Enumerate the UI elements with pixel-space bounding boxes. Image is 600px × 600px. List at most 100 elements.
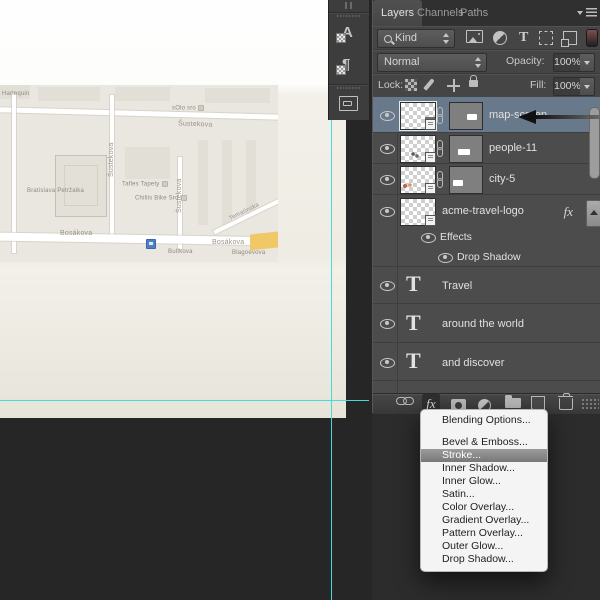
menu-item-inner-glow[interactable]: Inner Glow... [421, 475, 547, 488]
layer-row-and-discover[interactable]: T and discover [373, 343, 600, 381]
layer-name[interactable]: Travel [442, 280, 472, 292]
layer-row-acme-travel-logo[interactable]: acme-travel-logo fx [373, 195, 600, 227]
effect-row-drop-shadow[interactable]: Drop Shadow [373, 247, 600, 267]
opacity-value[interactable]: 100% [553, 53, 581, 72]
lock-image-pixels-icon[interactable] [423, 78, 435, 91]
map-label-road: Bosákova [60, 230, 93, 237]
menu-item-outer-glow[interactable]: Outer Glow... [421, 540, 547, 553]
photoshop-workspace: Harlequin sOlo sro Šustekova Šustekova Š… [0, 0, 600, 600]
visibility-eye-icon[interactable] [380, 111, 395, 121]
smart-object-badge-icon [425, 215, 436, 226]
effects-header-row[interactable]: Effects [373, 227, 600, 247]
layer-name[interactable]: city-5 [489, 173, 515, 185]
dock-grip-dots[interactable] [337, 15, 361, 17]
effects-label: Effects [440, 231, 472, 243]
panel-resize-grip[interactable] [581, 398, 599, 411]
character-styles-panel-icon[interactable]: A [336, 24, 353, 43]
dock-grip-dots[interactable] [337, 87, 361, 89]
layer-filter-row: Kind T [373, 26, 600, 50]
menu-item-bevel-emboss[interactable]: Bevel & Emboss... [421, 436, 547, 449]
layer-mask-thumbnail[interactable] [449, 135, 483, 163]
visibility-eye-icon[interactable] [438, 253, 453, 263]
search-icon [384, 35, 392, 43]
filter-kind-label: Kind [395, 32, 418, 44]
visibility-eye-icon[interactable] [380, 175, 395, 185]
lock-transparent-pixels-icon[interactable] [405, 79, 417, 91]
map-label-street: Bulíkova [168, 249, 193, 255]
tab-paths[interactable]: Paths [452, 0, 496, 26]
map-building [55, 155, 107, 217]
libraries-panel-icon[interactable] [339, 96, 358, 111]
layer-thumbnail[interactable] [399, 101, 437, 131]
mask-link-icon[interactable] [437, 171, 444, 188]
visibility-eye-icon[interactable] [421, 233, 436, 243]
menu-item-gradient-overlay[interactable]: Gradient Overlay... [421, 514, 547, 527]
layer-mask-thumbnail[interactable] [449, 102, 483, 130]
map-image-layer: Harlequin sOlo sro Šustekova Šustekova Š… [0, 85, 278, 262]
layer-name[interactable]: and discover [442, 357, 504, 369]
menu-item-drop-shadow[interactable]: Drop Shadow... [421, 553, 547, 566]
lock-position-icon[interactable] [447, 79, 460, 92]
mask-link-icon[interactable] [437, 140, 444, 157]
filter-adjustment-layers-icon[interactable] [493, 31, 507, 45]
visibility-eye-icon[interactable] [380, 144, 395, 154]
horizontal-guide[interactable] [0, 400, 369, 401]
visibility-eye-icon[interactable] [380, 281, 395, 291]
panel-menu-icon[interactable] [577, 8, 597, 18]
smart-object-badge-icon [425, 119, 436, 130]
menu-item-stroke[interactable]: Stroke... [421, 449, 547, 462]
filter-pixel-layers-icon[interactable] [466, 30, 483, 43]
fill-dropdown-arrow[interactable] [580, 77, 595, 96]
menu-item-color-overlay[interactable]: Color Overlay... [421, 501, 547, 514]
layer-thumbnail[interactable] [400, 198, 436, 226]
layer-thumbnail[interactable] [400, 135, 436, 163]
new-group-button[interactable] [505, 394, 521, 408]
menu-item-inner-shadow[interactable]: Inner Shadow... [421, 462, 547, 475]
filter-shape-layers-icon[interactable] [539, 31, 553, 45]
filter-smart-objects-icon[interactable] [561, 31, 577, 47]
collapsed-panel-dock: A ¶ [328, 0, 370, 120]
dock-grip[interactable] [344, 2, 354, 9]
link-layers-button[interactable] [396, 394, 414, 405]
collapse-effects-button[interactable] [586, 200, 600, 227]
delete-layer-button[interactable] [557, 393, 573, 410]
folder-icon [505, 395, 521, 408]
link-icon [396, 397, 414, 405]
layer-thumbnail[interactable] [400, 166, 436, 194]
visibility-eye-icon[interactable] [380, 319, 395, 329]
layer-row-around-the-world[interactable]: T around the world [373, 304, 600, 343]
lock-all-icon[interactable] [469, 74, 478, 87]
layer-name[interactable]: people-11 [489, 142, 537, 154]
menu-item-pattern-overlay[interactable]: Pattern Overlay... [421, 527, 547, 540]
layer-name[interactable]: around the world [442, 318, 524, 330]
map-label-poi: Chillis Bike Sro [135, 195, 187, 202]
opacity-dropdown-arrow[interactable] [580, 53, 595, 72]
layer-mask-thumbnail[interactable] [449, 166, 483, 194]
opacity-label: Opacity: [506, 55, 545, 67]
layer-row-people-11[interactable]: people-11 [373, 133, 600, 164]
layer-row-travel[interactable]: T Travel [373, 267, 600, 304]
filter-kind-dropdown[interactable]: Kind [377, 29, 455, 48]
layer-fx-badge[interactable]: fx [564, 204, 573, 220]
vertical-guide[interactable] [331, 120, 332, 600]
layer-name[interactable]: acme-travel-logo [442, 205, 524, 217]
menu-item-satin[interactable]: Satin... [421, 488, 547, 501]
poi-marker-icon [197, 105, 204, 111]
mask-link-icon[interactable] [437, 107, 444, 124]
document-canvas[interactable]: Harlequin sOlo sro Šustekova Šustekova Š… [0, 0, 346, 418]
map-block [125, 147, 170, 179]
visibility-eye-icon[interactable] [380, 207, 395, 217]
map-road-top [0, 107, 278, 120]
filter-toggle-switch[interactable] [586, 29, 598, 47]
menu-item-blending-options[interactable]: Blending Options... [421, 414, 547, 427]
effect-label: Drop Shadow [457, 251, 521, 263]
smart-object-badge-icon [425, 183, 436, 194]
filter-type-layers-icon[interactable]: T [519, 31, 528, 45]
map-block [205, 88, 270, 103]
poi-marker-icon [180, 195, 187, 201]
blend-mode-dropdown[interactable]: Normal [377, 53, 487, 72]
layer-row-city-5[interactable]: city-5 [373, 164, 600, 195]
paragraph-styles-panel-icon[interactable]: ¶ [336, 56, 350, 75]
fill-value[interactable]: 100% [553, 77, 581, 96]
visibility-eye-icon[interactable] [380, 358, 395, 368]
